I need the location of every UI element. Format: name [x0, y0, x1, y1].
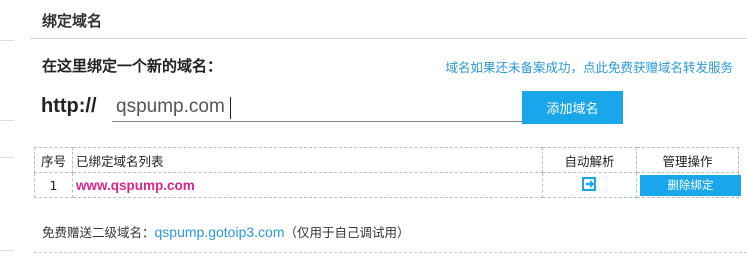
delete-binding-button[interactable]: 删除绑定	[640, 174, 741, 196]
auto-parse-icon-svg	[582, 176, 596, 191]
frame-divider	[0, 120, 14, 121]
free-subdomain-link[interactable]: qspump.gotoip3.com	[155, 224, 285, 240]
row-action-cell: 删除绑定	[636, 172, 741, 198]
row-seq: 1	[34, 172, 73, 198]
free-forwarding-link[interactable]: 域名如果还未备案成功，点此免费获赠域名转发服务	[445, 57, 733, 76]
header-auto-parse: 自动解析	[542, 147, 637, 173]
free-domain-label: 免费赠送二级域名：	[42, 225, 155, 240]
row-domain-cell: www.qspump.com	[72, 172, 543, 198]
header-manage: 管理操作	[636, 147, 739, 173]
domain-input[interactable]	[112, 93, 524, 122]
bottom-divider	[34, 252, 747, 253]
frame-divider	[0, 40, 14, 41]
free-domain-note: （仅用于自己调试用）	[284, 225, 410, 240]
bind-heading: 在这里绑定一个新的域名：	[42, 57, 223, 75]
title-divider	[30, 38, 747, 39]
bound-domains-table: 序号 已绑定域名列表 自动解析 管理操作 1 www.qspump.com 删除…	[34, 147, 741, 198]
left-frame-edge	[0, 0, 14, 266]
free-domain-line: 免费赠送二级域名：qspump.gotoip3.com（仅用于自己调试用）	[42, 222, 410, 241]
frame-divider	[0, 157, 14, 158]
frame-divider	[0, 250, 14, 251]
row-auto-parse-cell	[542, 172, 637, 198]
section-title: 绑定域名	[42, 12, 103, 30]
auto-parse-icon[interactable]	[582, 176, 597, 194]
header-domain-list: 已绑定域名列表	[72, 147, 543, 173]
text-caret	[230, 97, 231, 119]
header-seq: 序号	[34, 147, 73, 173]
table-header-row: 序号 已绑定域名列表 自动解析 管理操作	[34, 147, 739, 173]
add-domain-button[interactable]: 添加域名	[522, 91, 623, 124]
bound-domain-link[interactable]: www.qspump.com	[76, 178, 195, 193]
protocol-label: http://	[41, 95, 97, 117]
table-row: 1 www.qspump.com 删除绑定	[34, 172, 741, 198]
